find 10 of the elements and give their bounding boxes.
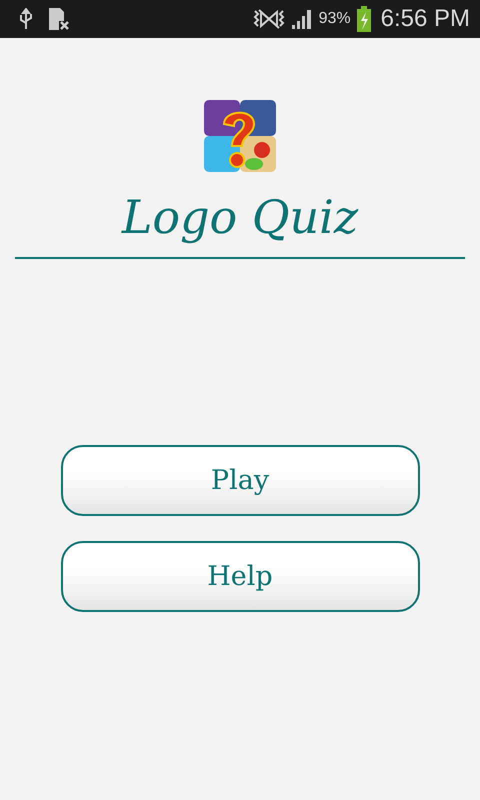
- battery-charging-icon: [356, 6, 371, 32]
- menu-button[interactable]: Help: [60, 541, 420, 612]
- battery-percentage: 93%: [318, 10, 351, 28]
- signal-icon: [290, 8, 313, 30]
- sim-card-icon: [48, 7, 70, 31]
- app-icon: [204, 100, 276, 172]
- clock: 6:56 PM: [380, 5, 470, 33]
- usb-icon: [18, 8, 34, 30]
- menu-button[interactable]: Play: [60, 445, 420, 516]
- app-title: Logo Quiz: [122, 190, 358, 246]
